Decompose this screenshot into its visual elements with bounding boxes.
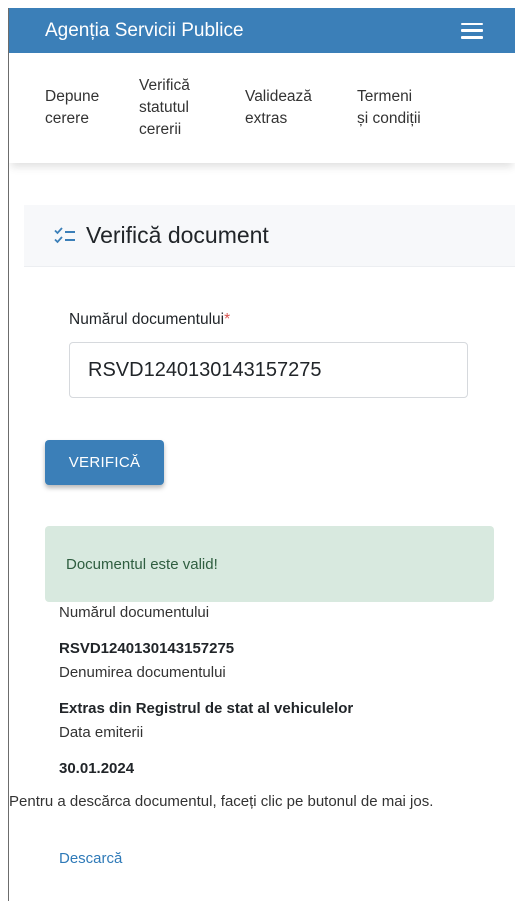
verify-button[interactable]: VERIFICĂ — [45, 440, 164, 485]
section-header: Verifică document — [24, 205, 515, 267]
result-number-label: Numărul documentului — [59, 604, 210, 621]
download-note: Pentru a descărca documentul, faceți cli… — [9, 793, 434, 810]
nav-item-termeni[interactable]: Termeni și condiții — [357, 86, 427, 130]
required-mark: * — [224, 311, 231, 328]
result-date-label: Data emiterii — [59, 724, 144, 741]
result-name-value: Extras din Registrul de stat al vehicule… — [59, 700, 354, 717]
download-link[interactable]: Descarcă — [59, 850, 122, 867]
result-date-value: 30.01.2024 — [59, 760, 135, 777]
result-name-label: Denumirea documentului — [59, 664, 226, 681]
checklist-icon — [54, 226, 75, 243]
hamburger-menu-icon[interactable] — [461, 22, 483, 39]
top-bar: Agenția Servicii Publice — [9, 8, 515, 53]
main-nav: Depune cerere Verifică statutul cererii … — [9, 53, 515, 163]
nav-item-depune-cerere[interactable]: Depune cerere — [45, 86, 117, 130]
nav-item-verifica-statutul[interactable]: Verifică statutul cererii — [139, 75, 223, 141]
document-number-label: Numărul documentului* — [69, 311, 230, 329]
brand-title[interactable]: Agenția Servicii Publice — [45, 20, 244, 42]
page-title: Verifică document — [86, 222, 269, 248]
nav-item-valideaza-extras[interactable]: Validează extras — [245, 86, 335, 130]
page-frame: Agenția Servicii Publice Depune cerere V… — [8, 8, 515, 901]
success-alert: Documentul este valid! — [45, 526, 494, 602]
document-number-input[interactable] — [69, 342, 468, 398]
result-number-value: RSVD1240130143157275 — [59, 640, 235, 657]
document-number-label-text: Numărul documentului — [69, 311, 225, 328]
